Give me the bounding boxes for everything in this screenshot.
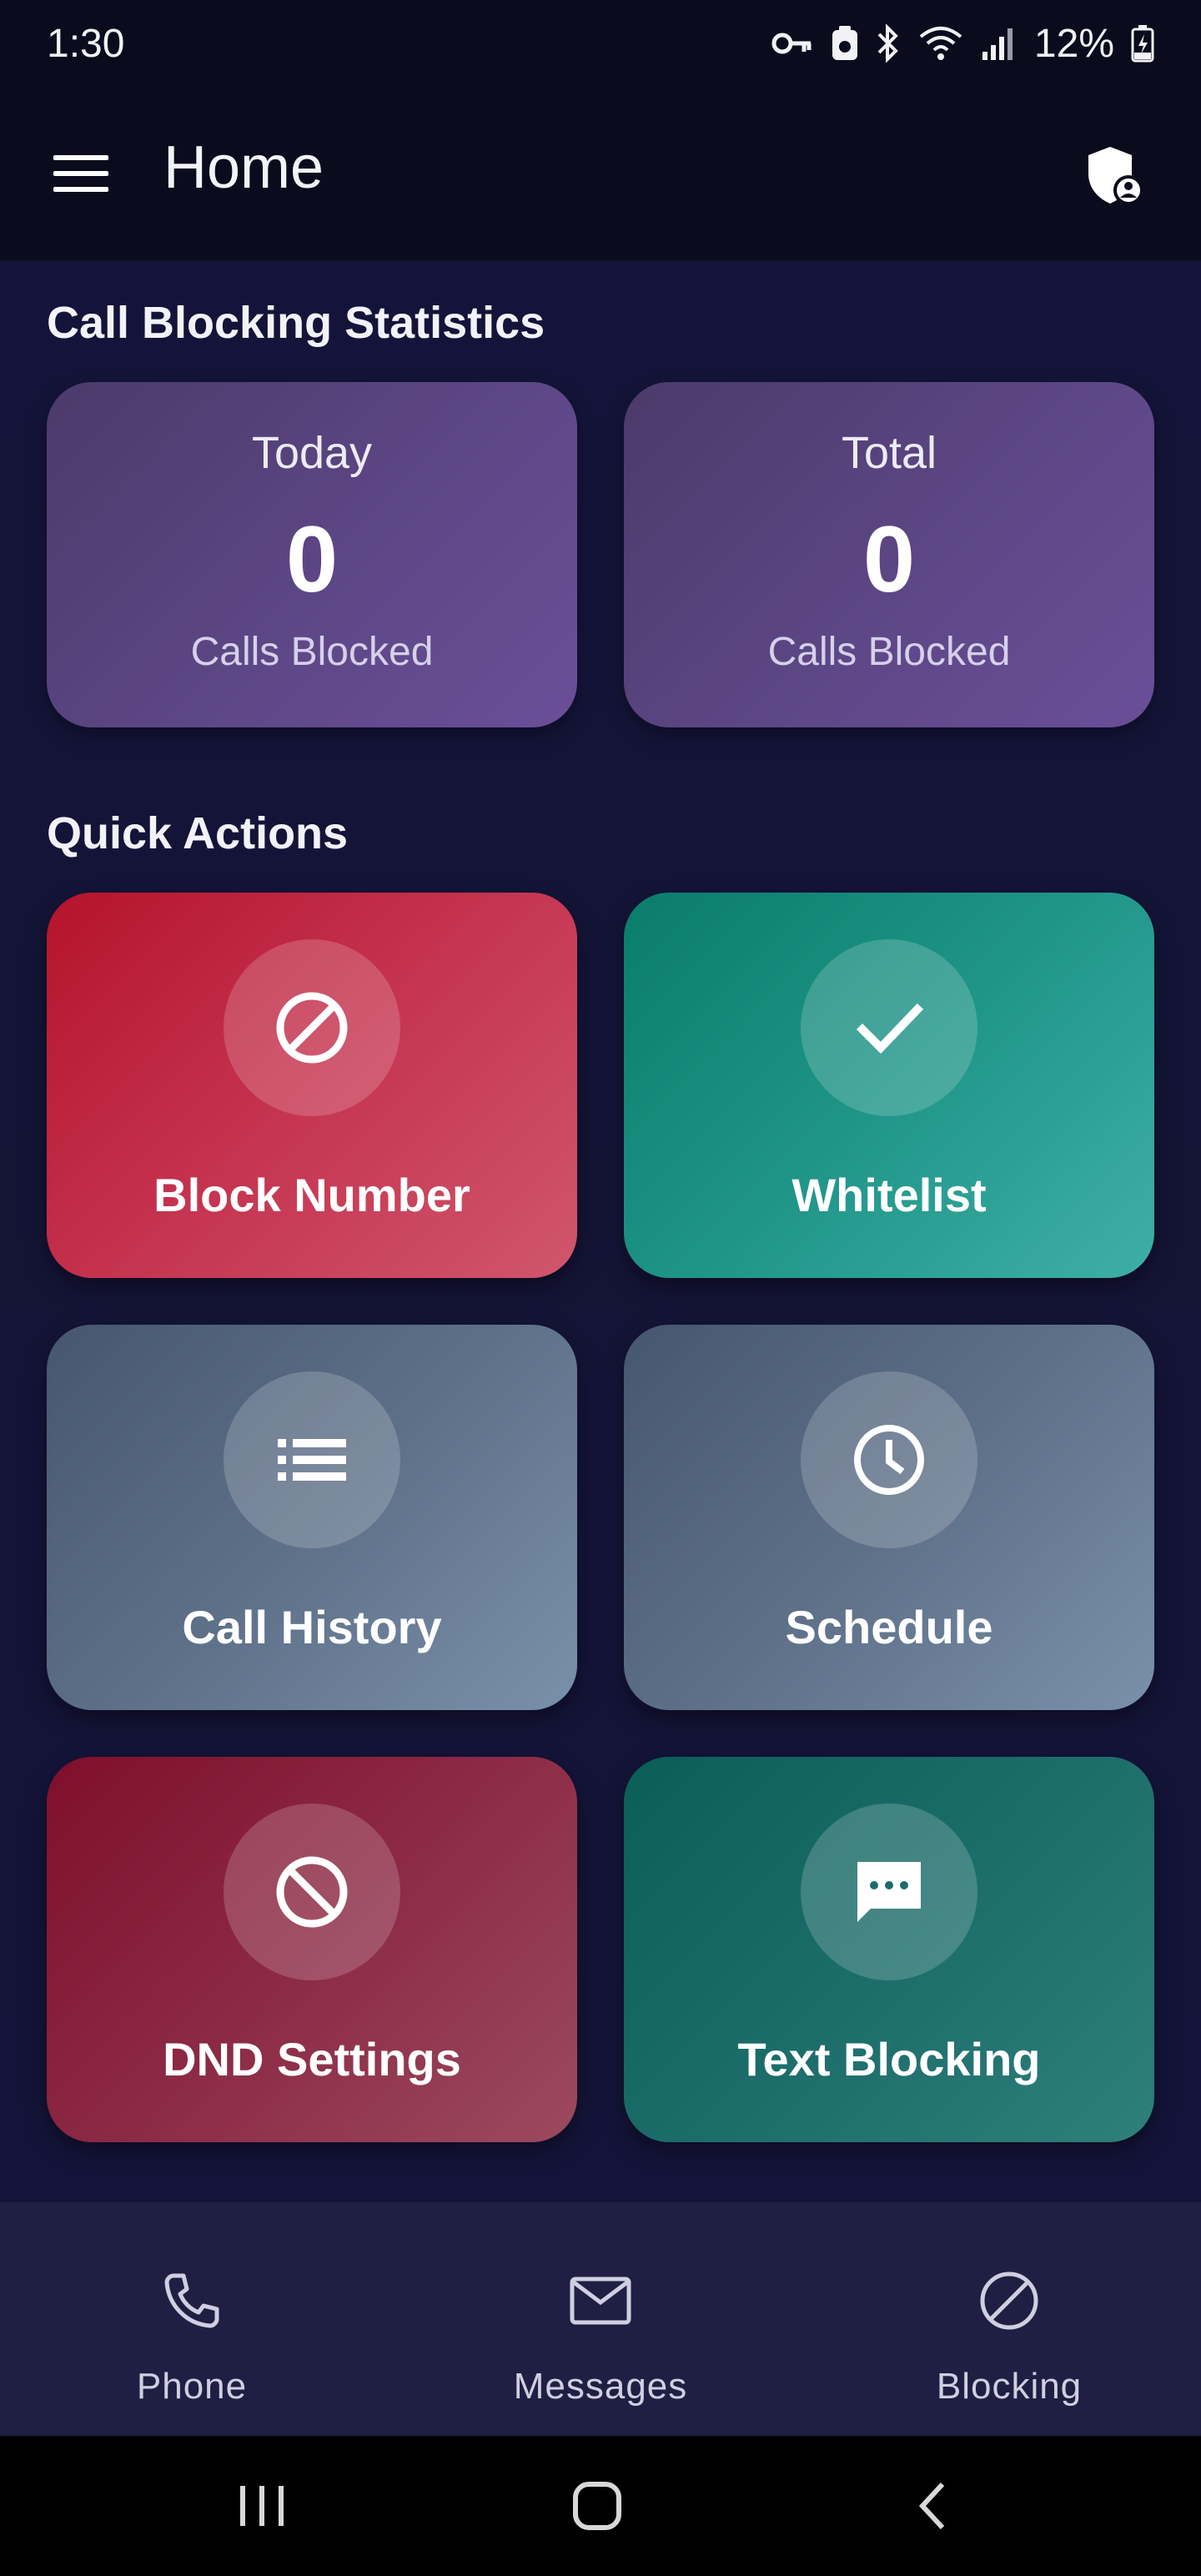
- action-label: Text Blocking: [737, 2033, 1041, 2085]
- nav-phone[interactable]: Phone: [67, 2202, 317, 2436]
- stat-value: 0: [862, 507, 916, 611]
- vpn-key-icon: [771, 33, 812, 54]
- nav-label: Blocking: [936, 2366, 1083, 2407]
- app-bar: Home: [0, 87, 1201, 260]
- recent-apps-icon: [240, 2486, 284, 2526]
- nav-blocking[interactable]: Blocking: [884, 2202, 1134, 2436]
- stat-label: Total: [841, 428, 937, 478]
- message-icon: [801, 1804, 977, 1980]
- clock-icon: [801, 1371, 977, 1548]
- status-time: 1:30: [47, 21, 125, 66]
- wifi-icon: [919, 27, 962, 60]
- stat-caption: Calls Blocked: [767, 630, 1011, 674]
- bluetooth-icon: [877, 24, 898, 63]
- back-icon: [918, 2482, 945, 2530]
- menu-button[interactable]: [43, 142, 118, 205]
- dnd-settings-card[interactable]: DND Settings: [47, 1757, 577, 2142]
- battery-charging-icon: [1131, 25, 1154, 63]
- stat-label: Today: [251, 428, 373, 478]
- whitelist-card[interactable]: Whitelist: [624, 893, 1154, 1278]
- block-icon: [884, 2259, 1134, 2342]
- mail-icon: [475, 2259, 726, 2342]
- block-number-card[interactable]: Block Number: [47, 893, 577, 1278]
- home-icon: [573, 2482, 621, 2530]
- action-label: DND Settings: [163, 2033, 461, 2085]
- data-saver-icon: [832, 26, 857, 60]
- menu-icon: [53, 155, 108, 192]
- nav-label: Messages: [513, 2366, 688, 2407]
- block-icon: [224, 939, 400, 1116]
- bottom-navigation: Phone Messages Blocking: [0, 2202, 1201, 2436]
- signal-icon: [982, 28, 1013, 60]
- action-label: Schedule: [785, 1601, 993, 1653]
- admin-shield-button[interactable]: [1074, 135, 1154, 215]
- action-label: Call History: [182, 1601, 442, 1653]
- stat-caption: Calls Blocked: [190, 630, 434, 674]
- phone-icon: [67, 2259, 317, 2342]
- do-not-disturb-icon: [224, 1804, 400, 1980]
- stat-card-today: Today 0 Calls Blocked: [47, 382, 577, 727]
- back-button[interactable]: [882, 2464, 982, 2548]
- action-label: Whitelist: [791, 1169, 987, 1221]
- nav-messages[interactable]: Messages: [475, 2202, 726, 2436]
- schedule-card[interactable]: Schedule: [624, 1325, 1154, 1710]
- home-button[interactable]: [547, 2464, 647, 2548]
- recent-apps-button[interactable]: [212, 2464, 312, 2548]
- status-bar: 1:30 12%: [0, 0, 1201, 87]
- check-icon: [801, 939, 977, 1116]
- stat-card-total: Total 0 Calls Blocked: [624, 382, 1154, 727]
- system-navigation-bar: [0, 2436, 1201, 2576]
- call-history-card[interactable]: Call History: [47, 1325, 577, 1710]
- home-content: Call Blocking Statistics Today 0 Calls B…: [0, 260, 1201, 2202]
- status-icons: 12%: [771, 21, 1154, 67]
- quick-actions-section-title: Quick Actions: [47, 808, 349, 858]
- admin-shield-icon: [1088, 147, 1142, 205]
- stats-section-title: Call Blocking Statistics: [47, 298, 545, 348]
- page-title: Home: [163, 134, 324, 201]
- list-icon: [224, 1371, 400, 1548]
- text-blocking-card[interactable]: Text Blocking: [624, 1757, 1154, 2142]
- battery-percent: 12%: [1033, 21, 1114, 66]
- stat-value: 0: [285, 507, 339, 611]
- action-label: Block Number: [153, 1169, 470, 1221]
- nav-label: Phone: [136, 2366, 248, 2407]
